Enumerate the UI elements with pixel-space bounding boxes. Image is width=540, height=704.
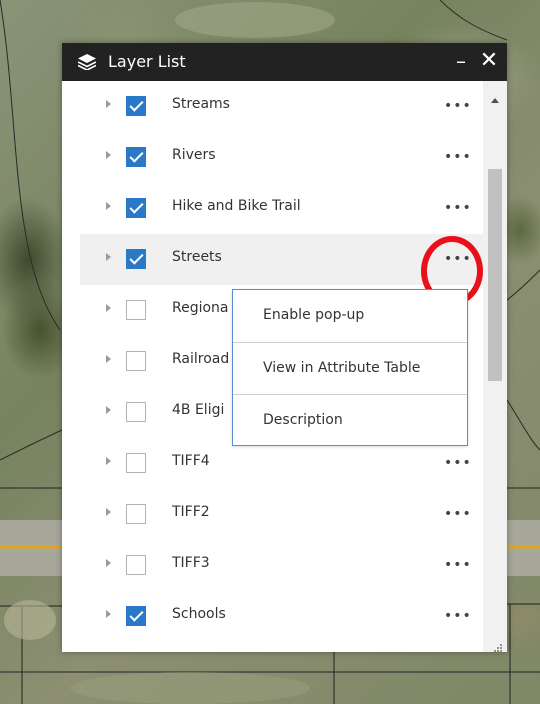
parcel-line <box>506 399 540 451</box>
more-options-icon[interactable]: ••• <box>444 201 471 215</box>
layer-row-streams[interactable]: Streams ••• <box>80 81 483 132</box>
layer-options-menu: Enable pop-up View in Attribute Table De… <box>232 289 468 446</box>
expand-chevron-icon[interactable] <box>106 253 111 261</box>
layer-row-schools[interactable]: Schools ••• <box>80 591 483 642</box>
ground-patch <box>4 600 56 640</box>
layer-label: Rivers <box>172 147 216 163</box>
layer-visibility-checkbox[interactable] <box>126 300 146 320</box>
layer-visibility-checkbox[interactable] <box>126 504 146 524</box>
menu-item-enable-popup[interactable]: Enable pop-up <box>233 290 467 342</box>
expand-chevron-icon[interactable] <box>106 304 111 312</box>
more-options-icon[interactable]: ••• <box>444 99 471 113</box>
layers-icon <box>77 54 97 71</box>
layer-visibility-checkbox[interactable] <box>126 555 146 575</box>
layer-label: 4B Eligi <box>172 402 225 418</box>
more-options-icon[interactable]: ••• <box>444 558 471 572</box>
layer-visibility-checkbox[interactable] <box>126 402 146 422</box>
expand-chevron-icon[interactable] <box>106 508 111 516</box>
layer-label: Streams <box>172 96 230 112</box>
more-options-icon[interactable]: ••• <box>444 456 471 470</box>
layer-visibility-checkbox[interactable] <box>126 453 146 473</box>
panel-titlebar[interactable]: Layer List – ✕ <box>62 43 507 81</box>
expand-chevron-icon[interactable] <box>106 559 111 567</box>
layer-label: TIFF3 <box>172 555 210 571</box>
layer-visibility-checkbox[interactable] <box>126 147 146 167</box>
layer-visibility-checkbox[interactable] <box>126 96 146 116</box>
minimize-icon[interactable]: – <box>448 47 474 75</box>
layer-label: Streets <box>172 249 222 265</box>
more-options-icon[interactable]: ••• <box>444 507 471 521</box>
layer-label: Schools <box>172 606 226 622</box>
expand-chevron-icon[interactable] <box>106 406 111 414</box>
layer-label: TIFF2 <box>172 504 210 520</box>
scrollbar-thumb[interactable] <box>488 169 502 381</box>
ground-patch <box>70 672 310 704</box>
expand-chevron-icon[interactable] <box>106 151 111 159</box>
layer-label: Hike and Bike Trail <box>172 198 301 214</box>
layer-row-tiff3[interactable]: TIFF3 ••• <box>80 540 483 591</box>
menu-item-description[interactable]: Description <box>233 394 467 446</box>
expand-chevron-icon[interactable] <box>106 355 111 363</box>
layer-row-tiff2[interactable]: TIFF2 ••• <box>80 489 483 540</box>
layer-label: Railroad <box>172 351 230 367</box>
parcel-line <box>439 0 508 41</box>
parcel-line <box>0 0 61 331</box>
scroll-up-icon[interactable] <box>491 98 499 103</box>
expand-chevron-icon[interactable] <box>106 202 111 210</box>
ground-patch <box>175 2 335 38</box>
expand-chevron-icon[interactable] <box>106 100 111 108</box>
panel-title: Layer List <box>108 52 186 71</box>
parcel-line <box>506 269 540 301</box>
more-options-icon[interactable]: ••• <box>444 609 471 623</box>
layer-visibility-checkbox[interactable] <box>126 351 146 371</box>
layer-label: TIFF4 <box>172 453 210 469</box>
layer-visibility-checkbox[interactable] <box>126 198 146 218</box>
parcel-line <box>0 429 63 461</box>
expand-chevron-icon[interactable] <box>106 457 111 465</box>
expand-chevron-icon[interactable] <box>106 610 111 618</box>
layer-visibility-checkbox[interactable] <box>126 249 146 269</box>
layer-label: Regiona <box>172 300 229 316</box>
menu-item-view-attribute-table[interactable]: View in Attribute Table <box>233 342 467 394</box>
close-icon[interactable]: ✕ <box>476 47 502 75</box>
layer-row-hike-and-bike-trail[interactable]: Hike and Bike Trail ••• <box>80 183 483 234</box>
layer-visibility-checkbox[interactable] <box>126 606 146 626</box>
layer-row-rivers[interactable]: Rivers ••• <box>80 132 483 183</box>
list-scrollbar[interactable] <box>483 81 507 652</box>
more-options-icon[interactable]: ••• <box>444 150 471 164</box>
resize-corner-icon[interactable] <box>493 638 503 652</box>
